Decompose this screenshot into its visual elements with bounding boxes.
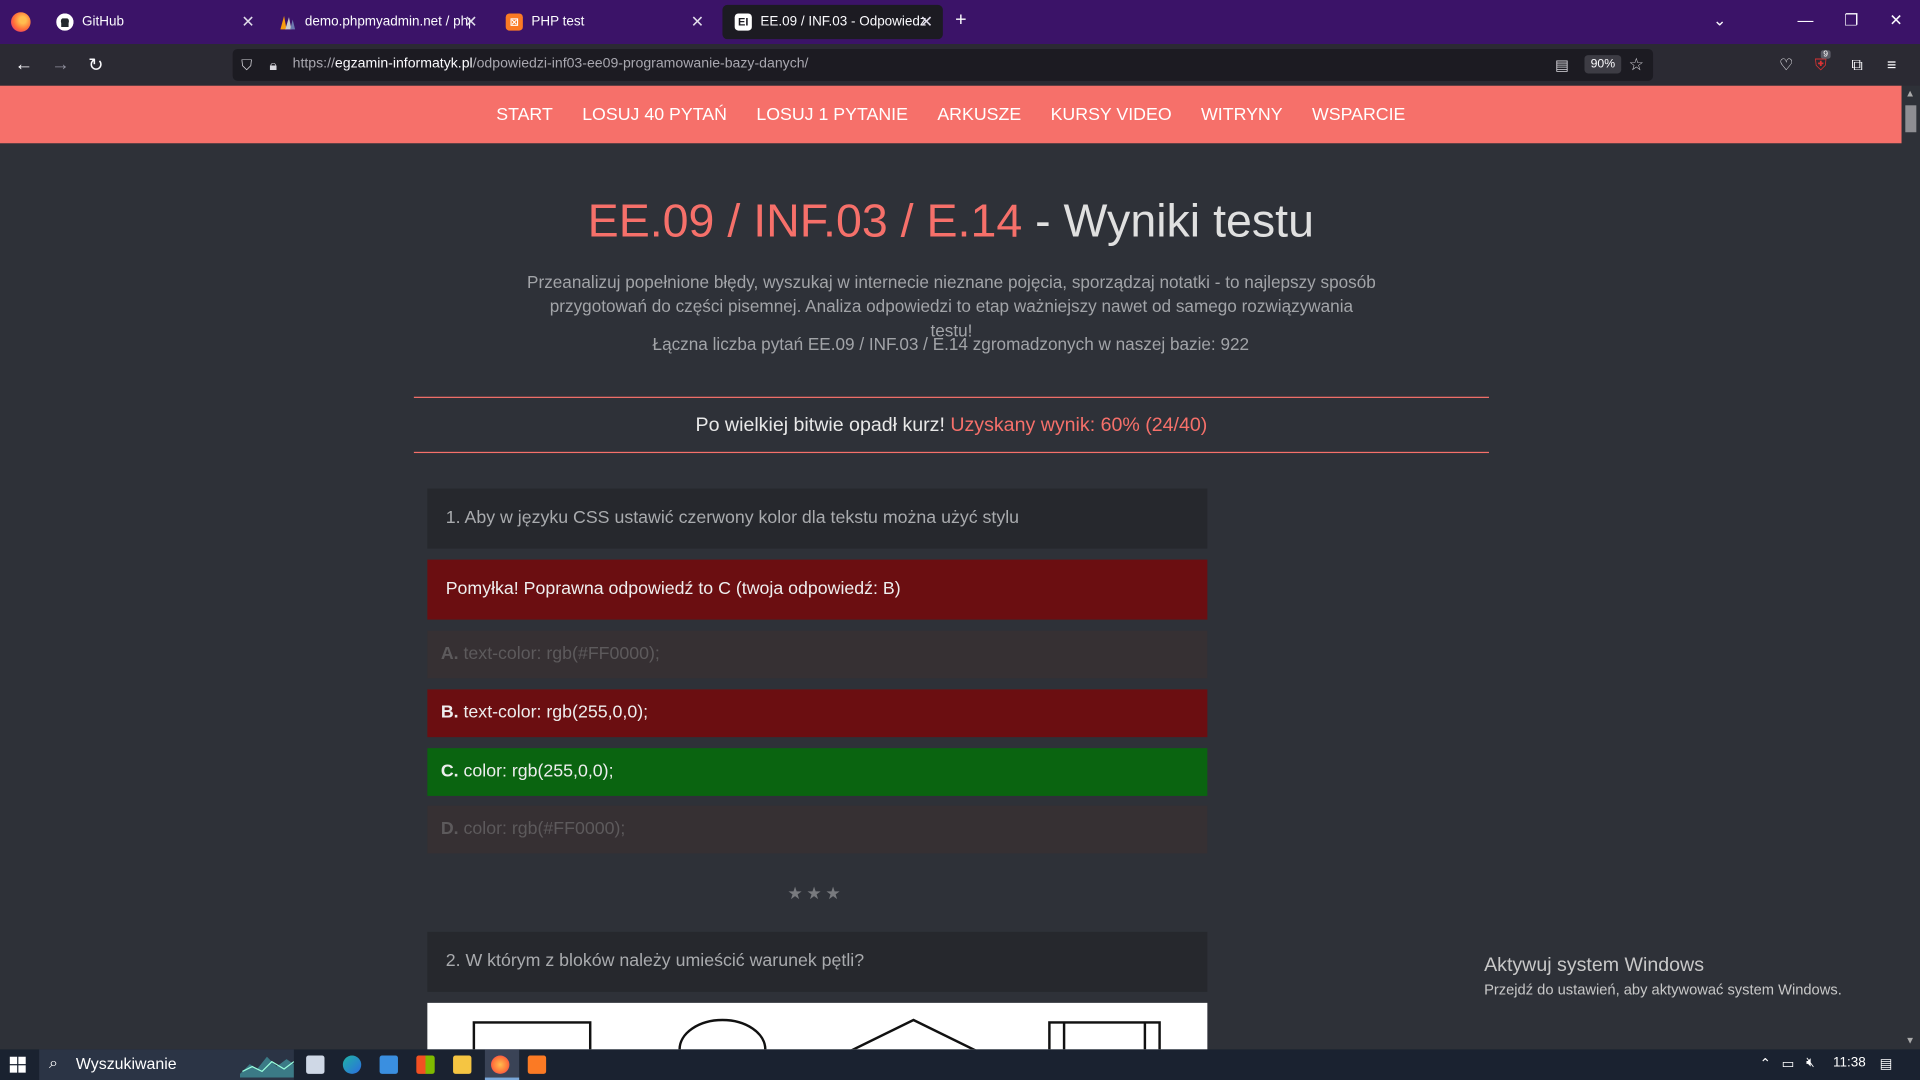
url-bar[interactable]: ⛉ 🔒︎ https://egzamin-informatyk.pl/odpow… (232, 48, 1654, 81)
pocket-icon[interactable]: ♡ (1779, 55, 1793, 75)
back-icon[interactable]: ← (15, 54, 33, 75)
tab-title: EE.09 / INF.03 - Odpowiedzi do testu (760, 14, 926, 30)
page-title: EE.09 / INF.03 / E.14 - Wyniki testu (587, 195, 1314, 248)
question-count: Łączna liczba pytań EE.09 / INF.03 / E.1… (652, 334, 1250, 354)
windows-taskbar: ⌕ Wyszukiwanie ⌃ ▭ 🔇︎ 11:38 ▤ (0, 1049, 1920, 1080)
rating-stars[interactable]: ★★★ (787, 883, 844, 904)
tab-php-test[interactable]: ⊠ PHP test ✕ (493, 5, 713, 39)
close-window-icon[interactable]: ✕ (1889, 11, 1902, 31)
menu-kursy-video[interactable]: KURSY VIDEO (1051, 105, 1172, 125)
notifications-icon[interactable]: ▤ (1880, 1056, 1893, 1072)
flowchart-blocks-image (427, 1002, 1208, 1050)
mail-icon[interactable] (379, 1055, 398, 1074)
scroll-up-icon[interactable]: ▲ (1905, 88, 1915, 99)
firefox-icon[interactable] (491, 1055, 510, 1074)
answer-b: B. text-color: rgb(255,0,0); (427, 689, 1208, 738)
firefox-menu-icon[interactable] (11, 12, 31, 32)
tab-github[interactable]: GitHub ✕ (44, 5, 264, 39)
answer-feedback: Pomyłka! Poprawna odpowiedź to C (twoja … (427, 559, 1208, 620)
store-icon[interactable] (416, 1055, 435, 1074)
windows-start-icon[interactable] (9, 1056, 26, 1073)
result-banner: Po wielkiej bitwie opadł kurz! Uzyskany … (413, 396, 1489, 454)
forward-icon[interactable]: → (51, 54, 69, 75)
edge-icon[interactable] (342, 1055, 362, 1074)
menu-arkusze[interactable]: ARKUSZE (937, 105, 1021, 125)
list-tabs-icon[interactable]: ⌄ (1713, 11, 1726, 31)
taskbar-search[interactable]: ⌕ Wyszukiwanie (39, 1049, 294, 1080)
close-tab-icon[interactable]: ✕ (241, 12, 254, 32)
score-text: Uzyskany wynik: 60% (24/40) (950, 415, 1208, 436)
restore-icon[interactable]: ❐ (1844, 11, 1858, 31)
search-highlight-image (240, 1056, 294, 1078)
site-menu: START LOSUJ 40 PYTAŃ LOSUJ 1 PYTANIE ARK… (0, 85, 1902, 144)
lock-icon[interactable]: 🔒︎ (269, 56, 277, 74)
question-1-text: 1. Aby w języku CSS ustawić czerwony kol… (427, 488, 1208, 549)
reload-icon[interactable]: ↻ (88, 54, 103, 76)
xampp-taskbar-icon[interactable] (527, 1055, 547, 1074)
minimize-icon[interactable]: — (1798, 11, 1814, 29)
tray-chevron-icon[interactable]: ⌃ (1760, 1056, 1771, 1072)
extension-badge: 9 (1820, 50, 1831, 59)
scroll-down-icon[interactable]: ▼ (1905, 1035, 1915, 1046)
xampp-icon: ⊠ (505, 13, 523, 31)
clock[interactable]: 11:38 (1833, 1056, 1866, 1071)
menu-losuj-1[interactable]: LOSUJ 1 PYTANIE (756, 105, 908, 125)
tab-title: GitHub (82, 14, 124, 30)
close-tab-icon[interactable]: ✕ (691, 12, 704, 32)
screen: GitHub ✕ demo.phpmyadmin.net / phpMyAdmi… (0, 0, 1920, 1080)
phpmyadmin-icon (279, 13, 296, 30)
reader-view-icon[interactable]: ▤ (1555, 56, 1569, 73)
zoom-level[interactable]: 90% (1584, 55, 1622, 74)
shield-icon[interactable]: ⛉ (241, 56, 252, 74)
answer-d: D. color: rgb(#FF0000); (427, 805, 1208, 854)
intro-text: Przeanalizuj popełnione błędy, wyszukaj … (527, 271, 1376, 341)
menu-wsparcie[interactable]: WSPARCIE (1312, 105, 1405, 125)
app-menu-icon[interactable]: ≡ (1887, 55, 1896, 73)
close-tab-icon[interactable]: ✕ (464, 12, 477, 32)
tab-strip: GitHub ✕ demo.phpmyadmin.net / phpMyAdmi… (0, 0, 1920, 45)
answer-a: A. text-color: rgb(#FF0000); (427, 630, 1208, 679)
menu-witryny[interactable]: WITRYNY (1201, 105, 1283, 125)
navigation-toolbar: ← → ↻ ⛉ 🔒︎ https://egzamin-informatyk.pl… (0, 44, 1920, 86)
new-tab-icon[interactable]: + (955, 10, 966, 32)
page-scrollbar[interactable]: ▲ ▼ (1901, 85, 1920, 1050)
scroll-thumb[interactable] (1905, 105, 1917, 133)
menu-start[interactable]: START (496, 105, 553, 125)
github-icon (56, 13, 74, 31)
url-text[interactable]: https://egzamin-informatyk.pl/odpowiedzi… (293, 56, 809, 71)
volume-muted-icon[interactable]: 🔇︎ (1806, 1056, 1814, 1072)
windows-activation-watermark: Aktywuj system Windows Przejdź do ustawi… (1484, 955, 1842, 998)
file-explorer-icon[interactable] (453, 1055, 472, 1074)
tab-phpmyadmin[interactable]: demo.phpmyadmin.net / phpMyAdmin ✕ (267, 5, 487, 39)
tab-title: PHP test (531, 14, 585, 30)
bookmark-star-icon[interactable]: ☆ (1629, 54, 1644, 75)
tab-title: demo.phpmyadmin.net / phpMyAdmin (304, 14, 470, 30)
ei-icon: EI (734, 13, 752, 31)
answer-c: C. color: rgb(255,0,0); (427, 748, 1208, 796)
network-icon[interactable]: ▭ (1782, 1056, 1795, 1072)
close-tab-icon[interactable]: ✕ (920, 12, 933, 32)
menu-losuj-40[interactable]: LOSUJ 40 PYTAŃ (582, 105, 727, 125)
tab-egzamin[interactable]: EI EE.09 / INF.03 - Odpowiedzi do testu … (722, 4, 943, 40)
task-view-icon[interactable] (306, 1055, 325, 1074)
extensions-icon[interactable]: ⧉ (1851, 55, 1862, 75)
search-icon: ⌕ (48, 1053, 58, 1072)
question-2-text: 2. W którym z bloków należy umieścić war… (427, 931, 1208, 992)
